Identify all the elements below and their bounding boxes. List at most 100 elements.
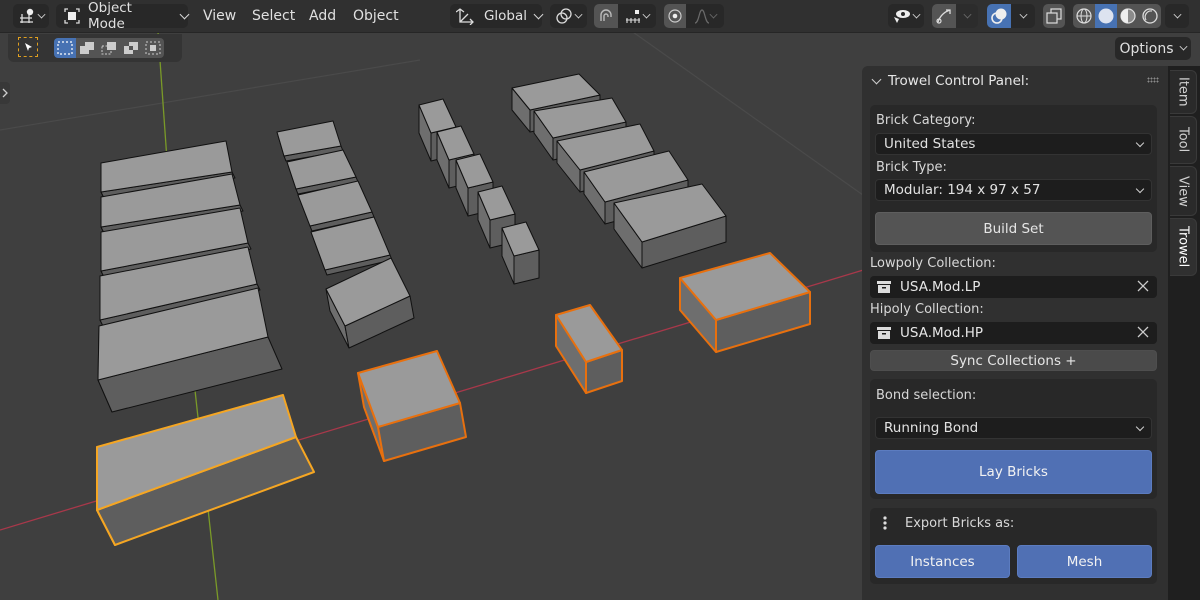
chevron-down-icon — [1135, 184, 1145, 194]
panel-header[interactable]: Trowel Control Panel: — [870, 71, 1029, 91]
mode-label: Object Mode — [88, 0, 132, 32]
lay-bricks-button[interactable]: Lay Bricks — [875, 450, 1152, 494]
orientation-icon — [456, 8, 474, 25]
bond-dropdown[interactable]: Running Bond — [875, 417, 1152, 439]
select-new-icon — [57, 41, 73, 55]
chevron-down-icon — [574, 10, 583, 18]
selection-mode-extend[interactable] — [76, 38, 98, 58]
selection-mode-set[interactable] — [54, 38, 76, 58]
chevron-down-icon — [1135, 138, 1145, 148]
eye-icon — [893, 10, 910, 23]
magnet-icon — [600, 9, 612, 21]
pivot-point-dropdown[interactable] — [550, 4, 587, 28]
tab-view[interactable]: View — [1170, 166, 1197, 216]
menu-add[interactable]: Add — [303, 4, 342, 28]
brick-type-dropdown[interactable]: Modular: 194 x 97 x 57 — [875, 179, 1152, 201]
lowpoly-label: Lowpoly Collection: — [870, 256, 996, 271]
chevron-right-icon — [2, 88, 8, 98]
chevron-down-icon — [1173, 10, 1181, 18]
shading-material[interactable] — [1117, 4, 1139, 28]
lowpoly-collection-field[interactable]: USA.Mod.LP — [870, 276, 1157, 298]
lowpoly-value: USA.Mod.LP — [900, 279, 981, 295]
chevron-down-icon — [179, 9, 190, 19]
solid-shading-icon — [1098, 8, 1114, 24]
tool-settings-bar — [8, 34, 182, 62]
hipoly-collection-field[interactable]: USA.Mod.HP — [870, 322, 1157, 344]
collection-box-icon — [877, 281, 891, 293]
menu-view[interactable]: View — [197, 4, 242, 28]
clear-icon[interactable] — [1137, 280, 1149, 292]
brick-category-label: Brick Category: — [876, 113, 976, 128]
export-label: Export Bricks as: — [905, 516, 1015, 531]
more-options-icon[interactable] — [882, 515, 888, 531]
snap-target-dropdown[interactable] — [618, 4, 656, 28]
select-intersect-icon — [145, 41, 161, 55]
object-mode-icon — [64, 8, 80, 24]
overlay-toggle[interactable] — [987, 4, 1011, 28]
drag-handle-icon[interactable] — [1147, 77, 1159, 83]
chevron-down-icon — [912, 10, 920, 18]
toolbar-expand-toggle[interactable] — [0, 82, 10, 104]
visibility-dropdown[interactable] — [888, 4, 924, 28]
selection-mode-intersect[interactable] — [142, 38, 164, 58]
gizmo-toggle[interactable] — [932, 4, 956, 28]
overlay-dropdown[interactable] — [1011, 4, 1035, 28]
wireframe-shading-icon — [1076, 8, 1092, 24]
viewport-header: Object Mode View Select Add Object Globa… — [0, 0, 1200, 33]
orientation-label: Global — [483, 8, 528, 24]
snap-increment-icon — [625, 10, 640, 23]
panel-title: Trowel Control Panel: — [888, 73, 1030, 89]
chevron-down-icon — [871, 74, 882, 84]
material-preview-icon — [1120, 8, 1136, 24]
menu-select[interactable]: Select — [246, 4, 301, 28]
tab-trowel[interactable]: Trowel — [1170, 218, 1197, 276]
mode-dropdown[interactable]: Object Mode — [56, 0, 190, 32]
select-tool-button[interactable] — [18, 37, 38, 57]
proportional-editing-icon — [668, 9, 682, 23]
tab-tool[interactable]: Tool — [1170, 116, 1197, 164]
bond-value: Running Bond — [884, 420, 979, 436]
export-mesh-button[interactable]: Mesh — [1017, 545, 1152, 578]
sidebar-tabs: Item Tool View Trowel — [1168, 66, 1200, 600]
shading-wireframe[interactable] — [1073, 4, 1095, 28]
editor-type-button[interactable] — [13, 4, 49, 28]
chevron-down-icon — [1135, 422, 1145, 432]
shading-solid[interactable] — [1095, 4, 1117, 28]
select-subtract-icon — [101, 42, 116, 55]
selection-mode-difference[interactable] — [120, 38, 142, 58]
chevron-down-icon — [963, 10, 971, 18]
shading-dropdown[interactable] — [1165, 4, 1189, 28]
brick-category-dropdown[interactable]: United States — [875, 133, 1152, 155]
options-dropdown[interactable]: Options — [1115, 37, 1191, 60]
brick-type-label: Brick Type: — [876, 160, 947, 175]
sync-collections-button[interactable]: Sync Collections + — [870, 350, 1157, 371]
shading-rendered[interactable] — [1139, 4, 1161, 28]
export-instances-button[interactable]: Instances — [875, 545, 1010, 578]
select-extend-icon — [80, 42, 94, 54]
proportional-editing-toggle[interactable] — [664, 4, 686, 28]
menu-object[interactable]: Object — [347, 4, 405, 28]
falloff-dropdown[interactable] — [686, 4, 724, 28]
tab-item[interactable]: Item — [1170, 70, 1197, 114]
chevron-down-icon — [709, 10, 717, 18]
grid-line — [0, 59, 421, 131]
hipoly-value: USA.Mod.HP — [900, 325, 984, 341]
3d-viewport-icon — [19, 8, 33, 23]
selection-mode-subtract[interactable] — [98, 38, 120, 58]
pivot-point-icon — [556, 8, 572, 24]
options-label: Options — [1119, 40, 1174, 57]
brick-category-value: United States — [884, 136, 976, 152]
snap-toggle[interactable] — [594, 4, 618, 28]
clear-icon[interactable] — [1137, 326, 1149, 338]
transform-orientation-dropdown[interactable]: Global — [450, 4, 544, 28]
bond-selection-label: Bond selection: — [876, 388, 977, 403]
select-difference-icon — [124, 42, 138, 54]
collection-box-icon — [877, 327, 891, 339]
gizmo-dropdown[interactable] — [956, 4, 978, 28]
falloff-curve-icon — [694, 9, 709, 24]
gizmo-icon — [936, 9, 951, 24]
select-tool-icon — [25, 43, 32, 51]
build-set-button[interactable]: Build Set — [875, 212, 1152, 245]
xray-toggle[interactable] — [1043, 4, 1065, 28]
brick-type-value: Modular: 194 x 97 x 57 — [884, 182, 1041, 198]
